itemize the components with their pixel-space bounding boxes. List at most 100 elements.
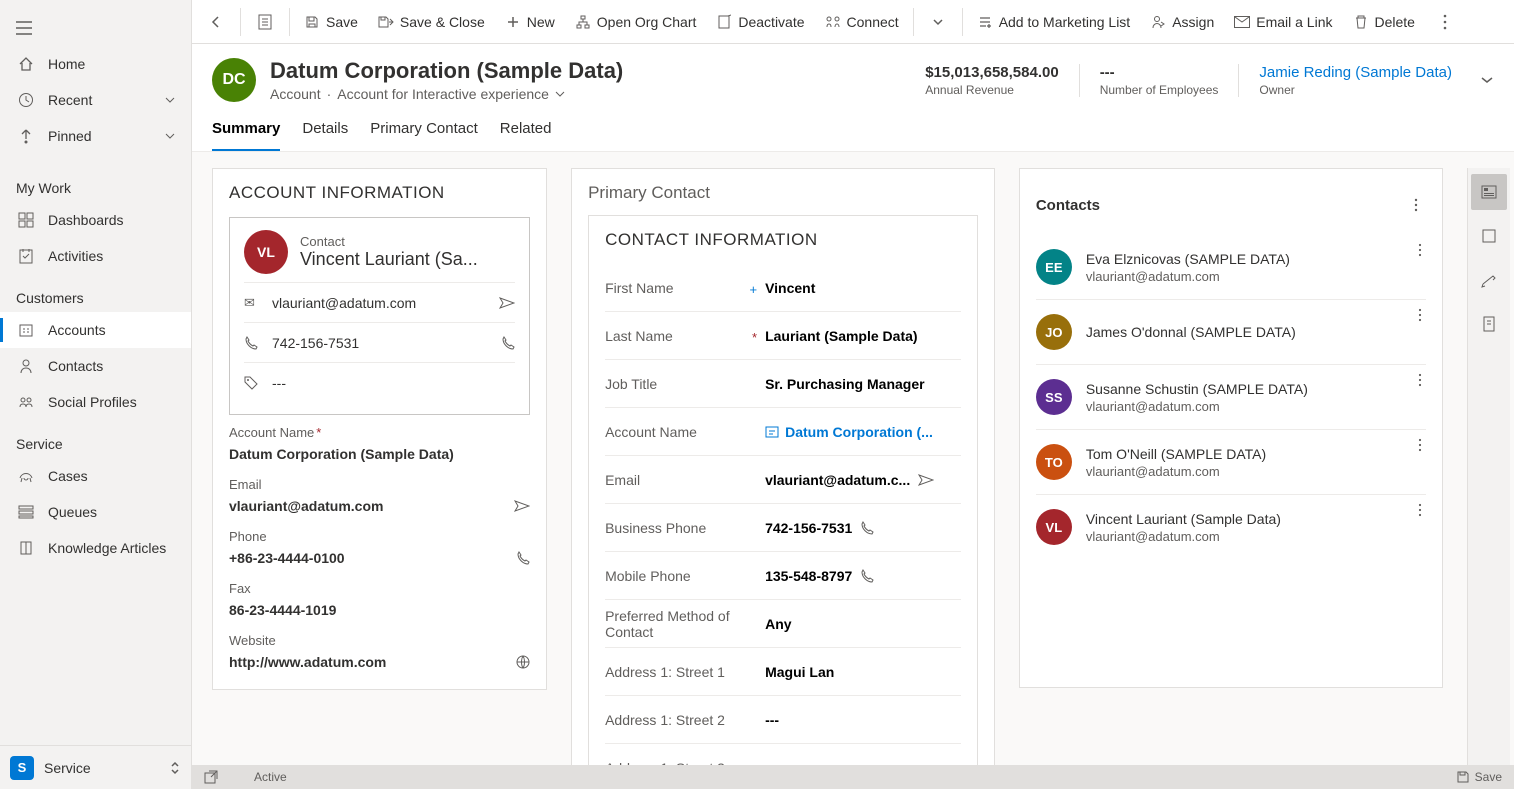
chevron-down-icon — [165, 97, 175, 103]
field-website[interactable]: Websitehttp://www.adatum.com — [229, 623, 530, 675]
contact-field-job-title[interactable]: Job TitleSr. Purchasing Manager — [605, 360, 961, 408]
nav-item-queues[interactable]: Queues — [0, 494, 191, 530]
nav-item-social-profiles[interactable]: Social Profiles — [0, 384, 191, 420]
add-marketing-button[interactable]: Add to Marketing List — [967, 0, 1141, 44]
form-selector-button[interactable] — [245, 0, 285, 44]
deactivate-icon — [716, 14, 732, 30]
popout-button[interactable] — [204, 770, 218, 784]
metric-owner[interactable]: Jamie Reding (Sample Data)Owner — [1238, 64, 1472, 97]
list-item-more-button[interactable] — [1414, 304, 1426, 326]
globe-action-icon[interactable] — [516, 655, 530, 669]
contacts-more-button[interactable] — [1406, 194, 1426, 216]
list-item-more-button[interactable] — [1414, 239, 1426, 261]
list-add-icon — [977, 14, 993, 30]
record-title: Datum Corporation (Sample Data) — [270, 58, 623, 84]
sidebar: HomeRecentPinned My WorkDashboardsActivi… — [0, 0, 192, 789]
form-chevron-icon[interactable] — [555, 91, 565, 97]
contact-field-account-name[interactable]: Account NameDatum Corporation (... — [605, 408, 961, 456]
delete-button[interactable]: Delete — [1343, 0, 1425, 44]
assign-button[interactable]: Assign — [1140, 0, 1224, 44]
header-collapse-button[interactable] — [1480, 76, 1494, 84]
nav-recent[interactable]: Recent — [0, 82, 191, 118]
phone-action-icon[interactable] — [516, 551, 530, 565]
contact-email-row[interactable]: ✉ vlauriant@adatum.com — [244, 282, 515, 322]
assign-icon — [1150, 14, 1166, 30]
mail-action-icon[interactable] — [514, 500, 530, 512]
rail-settings-button[interactable] — [1471, 262, 1507, 298]
chevron-down-icon — [930, 14, 946, 30]
contact-list-item[interactable]: TOTom O'Neill (SAMPLE DATA)vlauriant@ada… — [1036, 430, 1426, 495]
mail-icon: ✉ — [244, 295, 264, 311]
new-button[interactable]: New — [495, 0, 565, 44]
contact-field-business-phone[interactable]: Business Phone742-156-7531 — [605, 504, 961, 552]
contact-field-address-1-street-2[interactable]: Address 1: Street 2--- — [605, 696, 961, 744]
contact-field-last-name[interactable]: Last Name*Lauriant (Sample Data) — [605, 312, 961, 360]
list-item-more-button[interactable] — [1414, 499, 1426, 521]
metric-annual-revenue: $15,013,658,584.00Annual Revenue — [905, 64, 1078, 97]
phone-action-icon[interactable] — [860, 569, 874, 583]
connect-icon — [825, 14, 841, 30]
field-phone[interactable]: Phone+86-23-4444-0100 — [229, 519, 530, 571]
rail-related-button[interactable] — [1471, 174, 1507, 210]
overflow-button[interactable] — [1425, 0, 1465, 44]
list-item-more-button[interactable] — [1414, 369, 1426, 391]
open-org-chart-button[interactable]: Open Org Chart — [565, 0, 707, 44]
mail-action-icon[interactable] — [918, 474, 934, 486]
tab-related[interactable]: Related — [500, 110, 552, 151]
switch-icon — [169, 760, 181, 776]
field-email[interactable]: Emailvlauriant@adatum.com — [229, 467, 530, 519]
nav-item-accounts[interactable]: Accounts — [0, 312, 191, 348]
rail-assistant-button[interactable] — [1471, 218, 1507, 254]
account-information-card: ACCOUNT INFORMATION VL Contact Vincent L… — [212, 168, 547, 690]
list-item-more-button[interactable] — [1414, 434, 1426, 456]
contact-list-item[interactable]: VLVincent Lauriant (Sample Data)vlaurian… — [1036, 495, 1426, 559]
app-switcher-label: Service — [44, 760, 91, 776]
app-switcher[interactable]: S Service — [0, 745, 191, 789]
tab-summary[interactable]: Summary — [212, 110, 280, 151]
contact-list-item[interactable]: SSSusanne Schustin (SAMPLE DATA)vlaurian… — [1036, 365, 1426, 430]
connect-button[interactable]: Connect — [815, 0, 909, 44]
contact-label: Contact — [300, 234, 478, 249]
nav-icon — [16, 466, 36, 486]
status-save-button[interactable]: Save — [1457, 770, 1502, 784]
field-fax[interactable]: Fax86-23-4444-1019 — [229, 571, 530, 623]
contact-avatar: VL — [1036, 509, 1072, 545]
save-button[interactable]: Save — [294, 0, 368, 44]
contact-list-item[interactable]: JOJames O'donnal (SAMPLE DATA) — [1036, 300, 1426, 365]
contact-tag-row[interactable]: --- — [244, 362, 515, 402]
save-close-button[interactable]: Save & Close — [368, 0, 495, 44]
contact-list-item[interactable]: EEEva Elznicovas (SAMPLE DATA)vlauriant@… — [1036, 235, 1426, 300]
nav-item-contacts[interactable]: Contacts — [0, 348, 191, 384]
nav-item-cases[interactable]: Cases — [0, 458, 191, 494]
contact-field-email[interactable]: Emailvlauriant@adatum.c... — [605, 456, 961, 504]
send-mail-icon[interactable] — [499, 297, 515, 309]
field-account-name[interactable]: Account Name*Datum Corporation (Sample D… — [229, 415, 530, 467]
nav-icon — [16, 320, 36, 340]
rail-knowledge-button[interactable] — [1471, 306, 1507, 342]
nav-icon — [16, 210, 36, 230]
tab-details[interactable]: Details — [302, 110, 348, 151]
nav-item-knowledge-articles[interactable]: Knowledge Articles — [0, 530, 191, 566]
contact-field-address-1-street-1[interactable]: Address 1: Street 1Magui Lan — [605, 648, 961, 696]
deactivate-button[interactable]: Deactivate — [706, 0, 814, 44]
contact-field-first-name[interactable]: First Name+Vincent — [605, 264, 961, 312]
phone-action-icon[interactable] — [860, 521, 874, 535]
back-button[interactable] — [196, 0, 236, 44]
nav-pinned[interactable]: Pinned — [0, 118, 191, 154]
tabs: Summary Details Primary Contact Related — [192, 110, 1514, 152]
call-icon[interactable] — [501, 336, 515, 350]
contact-field-mobile-phone[interactable]: Mobile Phone135-548-8797 — [605, 552, 961, 600]
nav-icon — [16, 538, 36, 558]
nav-item-dashboards[interactable]: Dashboards — [0, 202, 191, 238]
nav-home[interactable]: Home — [0, 46, 191, 82]
contact-field-preferred-method-of-contact[interactable]: Preferred Method of ContactAny — [605, 600, 961, 648]
primary-contact-quickview: VL Contact Vincent Lauriant (Sa... ✉ vla… — [229, 217, 530, 415]
hamburger-button[interactable] — [0, 10, 48, 46]
contact-phone-row[interactable]: 742-156-7531 — [244, 322, 515, 362]
email-link-button[interactable]: Email a Link — [1224, 0, 1342, 44]
record-header: DC Datum Corporation (Sample Data) Accou… — [192, 44, 1514, 110]
contact-name[interactable]: Vincent Lauriant (Sa... — [300, 249, 478, 270]
nav-item-activities[interactable]: Activities — [0, 238, 191, 274]
tab-primary-contact[interactable]: Primary Contact — [370, 110, 478, 151]
connect-dropdown[interactable] — [918, 0, 958, 44]
